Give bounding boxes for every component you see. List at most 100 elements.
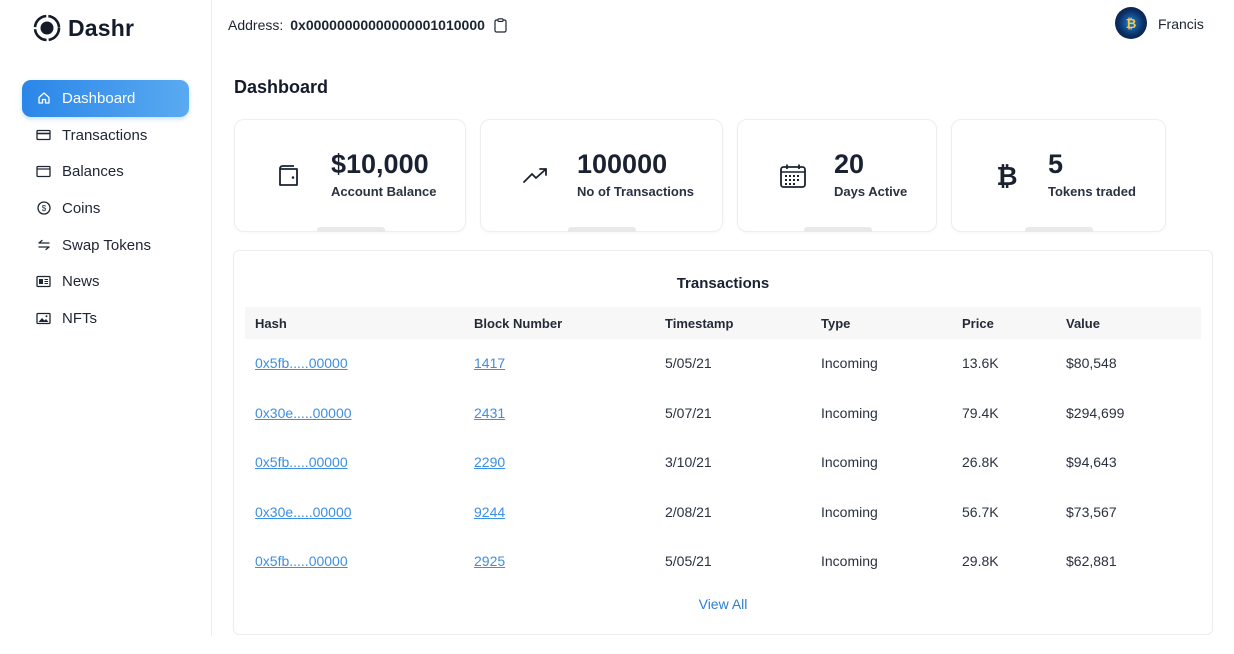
image-icon (36, 311, 51, 326)
column-header-price: Price (962, 316, 994, 331)
price-cell: 79.4K (962, 405, 999, 421)
bitcoin-icon: ₿ (1125, 15, 1137, 31)
bitcoin-icon: ₿ (996, 162, 1017, 190)
sidebar-item-balances[interactable]: Balances (22, 153, 189, 190)
table-row: 0x30e.....00000 9244 2/08/21 Incoming 56… (234, 504, 1212, 524)
transactions-panel: Transactions Hash Block Number Timestamp… (233, 250, 1213, 635)
value-cell: $94,643 (1066, 454, 1117, 470)
stat-label: No of Transactions (577, 184, 695, 199)
panel-title: Transactions (676, 275, 770, 292)
timestamp-cell: 5/07/21 (665, 405, 712, 421)
price-cell: 26.8K (962, 454, 999, 470)
logo[interactable]: Dashr (32, 13, 134, 43)
svg-text:$: $ (41, 204, 46, 213)
column-header-type: Type (821, 316, 851, 331)
sidebar-item-label: Swap Tokens (62, 236, 151, 254)
card-indicator (568, 227, 636, 232)
table-row: 0x5fb.....00000 1417 5/05/21 Incoming 13… (234, 355, 1212, 375)
block-number-link[interactable]: 2925 (474, 553, 505, 569)
timestamp-cell: 3/10/21 (665, 454, 712, 470)
hash-link[interactable]: 0x5fb.....00000 (255, 553, 348, 569)
stat-value: 20 (834, 149, 865, 179)
home-icon (36, 91, 51, 106)
sidebar-item-coins[interactable]: $ Coins (22, 190, 189, 227)
type-cell: Incoming (821, 405, 878, 421)
type-cell: Incoming (821, 553, 878, 569)
stat-value: 5 (1048, 149, 1064, 179)
wallet-icon (279, 165, 298, 186)
user-name: Francis (1158, 16, 1204, 32)
table-row: 0x5fb.....00000 2290 3/10/21 Incoming 26… (234, 454, 1212, 474)
sidebar-item-nfts[interactable]: NFTs (22, 300, 189, 337)
table-row: 0x5fb.....00000 2925 5/05/21 Incoming 29… (234, 553, 1212, 573)
value-cell: $62,881 (1066, 553, 1117, 569)
stat-card-tokens: ₿ 5 Tokens traded (951, 119, 1166, 232)
block-number-link[interactable]: 9244 (474, 504, 505, 520)
price-cell: 13.6K (962, 355, 999, 371)
copy-icon[interactable] (494, 17, 507, 33)
newspaper-icon (36, 274, 51, 289)
block-number-link[interactable]: 1417 (474, 355, 505, 371)
card-indicator (804, 227, 872, 232)
block-number-link[interactable]: 2431 (474, 405, 505, 421)
wallet-address: Address: 0x00000000000000001010000 (228, 17, 507, 33)
sidebar: Dashr Dashboard Transactions Balances $ … (0, 0, 212, 636)
hash-link[interactable]: 0x30e.....00000 (255, 405, 352, 421)
trending-up-icon (523, 168, 547, 183)
column-header-value: Value (1066, 316, 1100, 331)
view-all-link[interactable]: View All (234, 596, 1212, 612)
hash-link[interactable]: 0x5fb.....00000 (255, 355, 348, 371)
sidebar-item-label: NFTs (62, 309, 97, 327)
sidebar-item-swap-tokens[interactable]: Swap Tokens (22, 227, 189, 264)
column-header-timestamp: Timestamp (665, 316, 734, 331)
type-cell: Incoming (821, 504, 878, 520)
sidebar-nav: Dashboard Transactions Balances $ Coins … (22, 80, 189, 337)
stat-card-transactions: 100000 No of Transactions (480, 119, 723, 232)
avatar[interactable]: ₿ (1115, 7, 1147, 39)
table-row: 0x30e.....00000 2431 5/07/21 Incoming 79… (234, 405, 1212, 425)
table-header: Hash Block Number Timestamp Type Price V… (245, 307, 1201, 339)
value-cell: $80,548 (1066, 355, 1117, 371)
stat-card-days-active: 20 Days Active (737, 119, 937, 232)
sidebar-item-label: Dashboard (62, 89, 136, 107)
wallet-icon (36, 164, 51, 179)
sidebar-item-transactions[interactable]: Transactions (22, 117, 189, 154)
user-menu[interactable]: ₿ Francis (1115, 7, 1204, 39)
stat-label: Tokens traded (1048, 184, 1136, 199)
card-indicator (1025, 227, 1093, 232)
stat-label: Account Balance (331, 184, 437, 199)
timestamp-cell: 2/08/21 (665, 504, 712, 520)
block-number-link[interactable]: 2290 (474, 454, 505, 470)
price-cell: 29.8K (962, 553, 999, 569)
type-cell: Incoming (821, 454, 878, 470)
app-name: Dashr (68, 14, 135, 41)
stat-value: 100000 (577, 149, 668, 179)
stat-label: Days Active (834, 184, 908, 199)
timestamp-cell: 5/05/21 (665, 553, 712, 569)
value-cell: $294,699 (1066, 405, 1125, 421)
sidebar-item-label: Balances (62, 163, 124, 181)
column-header-block-number: Block Number (474, 316, 563, 331)
sidebar-item-label: Transactions (62, 126, 148, 144)
hash-link[interactable]: 0x30e.....00000 (255, 504, 352, 520)
sidebar-item-label: Coins (62, 199, 101, 217)
value-cell: $73,567 (1066, 504, 1117, 520)
timestamp-cell: 5/05/21 (665, 355, 712, 371)
type-cell: Incoming (821, 355, 878, 371)
page-title: Dashboard (234, 77, 329, 97)
address-label: Address: (228, 17, 284, 33)
credit-card-icon (36, 128, 51, 143)
coin-icon: $ (36, 201, 51, 216)
card-indicator (317, 227, 385, 232)
price-cell: 56.7K (962, 504, 999, 520)
sidebar-item-label: News (62, 273, 100, 291)
sidebar-item-dashboard[interactable]: Dashboard (22, 80, 189, 117)
column-header-hash: Hash (255, 316, 287, 331)
sidebar-item-news[interactable]: News (22, 263, 189, 300)
stat-card-balance: $10,000 Account Balance (234, 119, 466, 232)
calendar-icon (780, 164, 806, 188)
hash-link[interactable]: 0x5fb.....00000 (255, 454, 348, 470)
logo-icon (33, 14, 61, 42)
stat-value: $10,000 (331, 149, 429, 179)
svg-text:₿: ₿ (996, 162, 1017, 190)
